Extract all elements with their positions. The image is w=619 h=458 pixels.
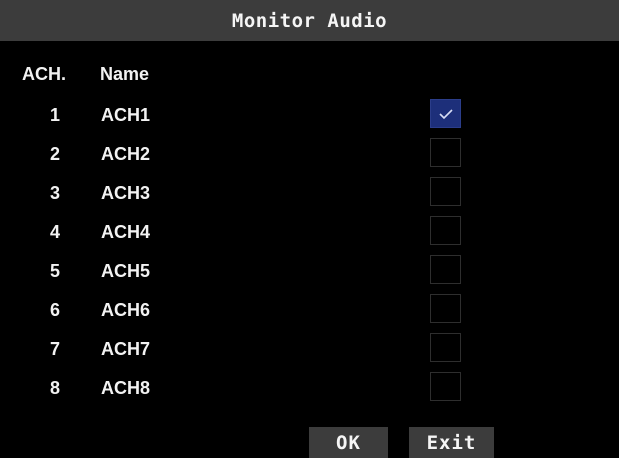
channel-checkbox[interactable] [430,138,461,167]
ok-button[interactable]: OK [309,427,388,458]
channel-name: ACH5 [101,261,151,281]
channel-number: 8 [49,378,60,398]
channel-checkbox[interactable] [430,99,461,128]
channel-checkbox[interactable] [430,333,461,362]
channel-number: 4 [49,222,60,242]
channel-row: 6 ACH6 [0,292,619,328]
channel-row: 4 ACH4 [0,214,619,250]
channel-name: ACH6 [101,300,151,320]
page-title: Monitor Audio [231,9,388,32]
channel-name: ACH7 [101,339,151,359]
channel-number: 1 [49,105,60,125]
channel-number: 7 [49,339,60,359]
channel-checkbox[interactable] [430,255,461,284]
channel-checkbox[interactable] [430,372,461,401]
channel-name: ACH2 [101,144,151,164]
channel-name: ACH1 [101,105,151,125]
channel-number: 2 [49,144,60,164]
channel-row: 2 ACH2 [0,136,619,172]
column-header-ach: ACH. [22,64,66,84]
channel-checkbox[interactable] [430,216,461,245]
exit-button[interactable]: Exit [409,427,494,458]
channel-row: 8 ACH8 [0,370,619,406]
channel-row: 3 ACH3 [0,175,619,211]
channel-row: 5 ACH5 [0,253,619,289]
title-bar: Monitor Audio [0,0,619,41]
channel-number: 3 [49,183,60,203]
channel-row: 1 ACH1 [0,97,619,133]
channel-name: ACH3 [101,183,151,203]
column-header-name: Name [100,64,150,84]
channel-row: 7 ACH7 [0,331,619,367]
channel-number: 6 [49,300,60,320]
channel-checkbox[interactable] [430,177,461,206]
channel-name: ACH8 [101,378,151,398]
check-icon [438,108,453,119]
channel-number: 5 [49,261,60,281]
channel-name: ACH4 [101,222,151,242]
channel-checkbox[interactable] [430,294,461,323]
